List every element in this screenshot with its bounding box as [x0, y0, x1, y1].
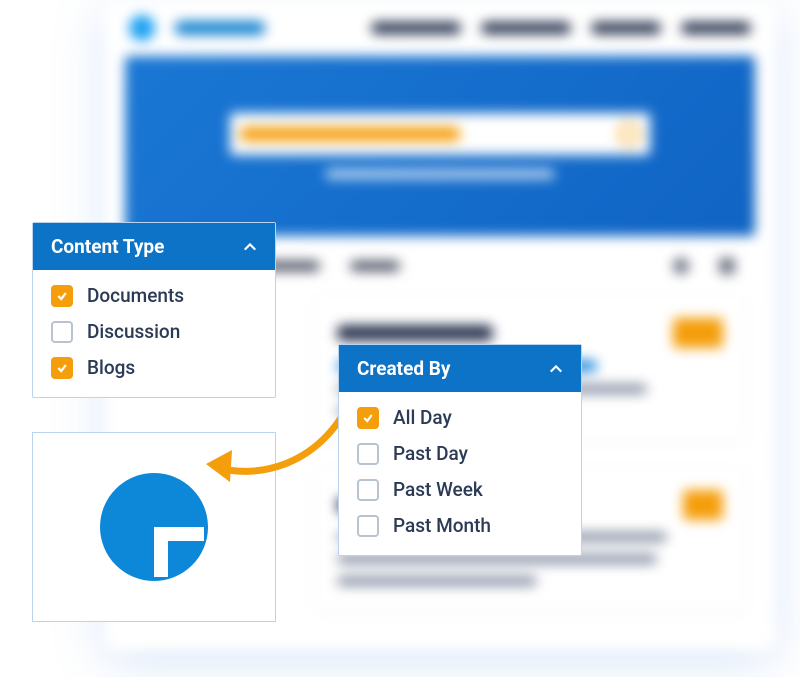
checkbox-unchecked-icon	[357, 515, 379, 537]
option-label: Documents	[87, 284, 184, 307]
created-by-option-past-week[interactable]: Past Week	[357, 478, 563, 501]
content-type-options: Documents Discussion Blogs	[33, 270, 275, 397]
add-filter-tile	[32, 432, 276, 622]
checkbox-unchecked-icon	[51, 321, 73, 343]
content-type-filter-panel: Content Type Documents Discussion Blogs	[32, 222, 276, 398]
content-type-title: Content Type	[51, 235, 164, 258]
created-by-option-past-day[interactable]: Past Day	[357, 442, 563, 465]
option-label: All Day	[393, 406, 452, 429]
created-by-options: All Day Past Day Past Week Past Month	[339, 392, 581, 555]
created-by-option-past-month[interactable]: Past Month	[357, 514, 563, 537]
checkbox-unchecked-icon	[357, 443, 379, 465]
option-label: Discussion	[87, 320, 180, 343]
chevron-up-icon	[243, 240, 257, 254]
chevron-up-icon	[549, 362, 563, 376]
checkbox-checked-icon	[51, 357, 73, 379]
add-filter-button[interactable]	[100, 473, 208, 581]
checkbox-unchecked-icon	[357, 479, 379, 501]
created-by-title: Created By	[357, 357, 450, 380]
content-type-option-blogs[interactable]: Blogs	[51, 356, 257, 379]
content-type-panel-header[interactable]: Content Type	[33, 223, 275, 270]
option-label: Past Day	[393, 442, 468, 465]
content-type-option-documents[interactable]: Documents	[51, 284, 257, 307]
option-label: Blogs	[87, 356, 135, 379]
created-by-option-all-day[interactable]: All Day	[357, 406, 563, 429]
checkbox-checked-icon	[51, 285, 73, 307]
option-label: Past Week	[393, 478, 483, 501]
content-type-option-discussion[interactable]: Discussion	[51, 320, 257, 343]
created-by-panel-header[interactable]: Created By	[339, 345, 581, 392]
option-label: Past Month	[393, 514, 491, 537]
checkbox-checked-icon	[357, 407, 379, 429]
created-by-filter-panel: Created By All Day Past Day Past Week Pa…	[338, 344, 582, 556]
